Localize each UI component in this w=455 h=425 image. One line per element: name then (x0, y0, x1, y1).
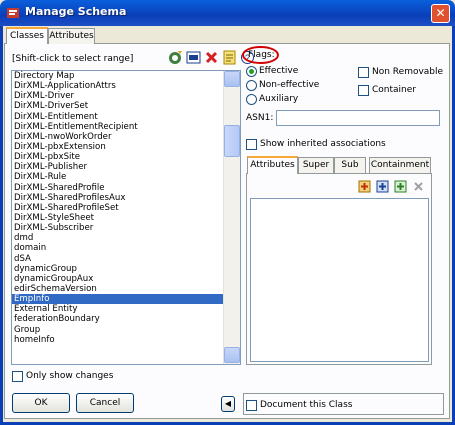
class-list-item[interactable]: DirXML-ApplicationAttrs (12, 81, 240, 91)
auxiliary-label: Auxiliary (259, 94, 299, 104)
tab-classes[interactable]: Classes (6, 27, 48, 44)
class-list-item[interactable]: dynamicGroup (12, 264, 240, 274)
class-list-item[interactable]: DirXML-nwoWorkOrder (12, 132, 240, 142)
tab-attributes[interactable]: Attributes (48, 28, 95, 44)
asn1-input[interactable] (276, 110, 440, 126)
non-effective-label: Non-effective (259, 80, 320, 90)
edit-class-icon[interactable] (186, 50, 201, 65)
add-naming-icon[interactable] (394, 180, 407, 193)
scroll-up-button[interactable] (224, 71, 240, 87)
class-list-item[interactable]: DirXML-pbxSite (12, 152, 240, 162)
class-list-item[interactable]: DirXML-SharedProfile (12, 183, 240, 193)
class-list-item[interactable]: External Entity (12, 304, 240, 314)
class-list-item[interactable]: Group (12, 325, 240, 335)
subtab-sub[interactable]: Sub (334, 157, 366, 173)
ok-button[interactable]: OK (12, 393, 70, 413)
container-label: Container (372, 85, 416, 95)
schema-app-icon (6, 6, 20, 20)
class-list-item[interactable]: DirXML-Rule (12, 172, 240, 182)
class-list-item[interactable]: EmpInfo (12, 294, 240, 305)
add-attribute-icon[interactable] (358, 180, 371, 193)
class-list-item[interactable]: DirXML-Entitlement (12, 112, 240, 122)
class-list-item[interactable]: DirXML-SharedProfileSet (12, 203, 240, 213)
class-list-item[interactable]: DirXML-SharedProfilesAux (12, 193, 240, 203)
non-removable-label: Non Removable (372, 67, 444, 77)
effective-radio[interactable] (246, 66, 257, 77)
remove-attribute-icon[interactable] (412, 180, 425, 193)
class-list[interactable]: Directory Map DirXML-ApplicationAttrs DirX… (11, 70, 241, 365)
only-changes-label: Only show changes (26, 371, 114, 381)
class-list-item[interactable]: dmd (12, 233, 240, 243)
delete-icon[interactable] (204, 50, 219, 65)
show-inherited-checkbox[interactable] (246, 139, 257, 150)
class-list-item[interactable]: dSA (12, 254, 240, 264)
class-list-item[interactable]: DirXML-EntitlementRecipient (12, 122, 240, 132)
window-title: Manage Schema (25, 5, 127, 18)
class-list-item[interactable]: DirXML-StyleSheet (12, 213, 240, 223)
class-list-item[interactable]: dynamicGroupAux (12, 274, 240, 284)
scroll-thumb[interactable] (224, 125, 240, 157)
class-list-item[interactable]: Directory Map (12, 71, 240, 81)
scroll-down-button[interactable] (224, 347, 240, 363)
subtab-attributes[interactable]: Attributes (247, 156, 298, 174)
properties-icon[interactable] (222, 50, 237, 65)
collapse-panel-button[interactable]: ◀ (221, 396, 235, 412)
auxiliary-radio[interactable] (246, 94, 257, 105)
attribute-list[interactable] (250, 198, 429, 362)
show-inherited-label: Show inherited associations (260, 139, 386, 149)
class-list-item[interactable]: DirXML-Driver (12, 91, 240, 101)
subtab-super[interactable]: Super (298, 157, 334, 173)
document-class-checkbox[interactable] (246, 400, 257, 411)
class-list-item[interactable]: homeInfo (12, 335, 240, 345)
document-class-label: Document this Class (260, 400, 353, 410)
only-changes-checkbox[interactable] (12, 371, 23, 382)
class-list-item[interactable]: DirXML-DriverSet (12, 101, 240, 111)
subtab-containment[interactable]: Containment (369, 157, 431, 173)
add-optional-icon[interactable] (376, 180, 389, 193)
class-list-item[interactable]: DirXML-pbxExtension (12, 142, 240, 152)
cancel-button[interactable]: Cancel (76, 393, 134, 413)
add-class-icon[interactable] (168, 50, 183, 65)
effective-label: Effective (259, 66, 299, 76)
selection-hint: [Shift-click to select range] (12, 54, 134, 64)
asn1-label: ASN1: (246, 113, 274, 123)
class-list-item[interactable]: edirSchemaVersion (12, 284, 240, 294)
class-list-item[interactable]: federationBoundary (12, 314, 240, 324)
class-list-item[interactable]: domain (12, 243, 240, 253)
close-button[interactable]: ✕ (431, 4, 450, 23)
class-list-scrollbar[interactable] (223, 71, 240, 364)
class-list-item[interactable]: DirXML-Subscriber (12, 223, 240, 233)
non-removable-checkbox[interactable] (358, 67, 369, 78)
flags-label: Flags: (248, 50, 275, 60)
non-effective-radio[interactable] (246, 80, 257, 91)
container-checkbox[interactable] (358, 85, 369, 96)
class-list-item[interactable]: DirXML-Publisher (12, 162, 240, 172)
